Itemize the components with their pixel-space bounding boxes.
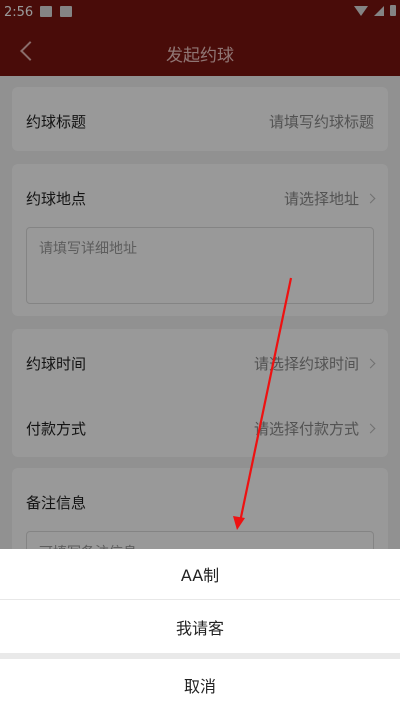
option-treat[interactable]: 我请客: [0, 600, 400, 653]
cancel-button[interactable]: 取消: [0, 659, 400, 711]
payment-action-sheet: AA制 我请客 取消: [0, 549, 400, 711]
option-aa[interactable]: AA制: [0, 549, 400, 599]
